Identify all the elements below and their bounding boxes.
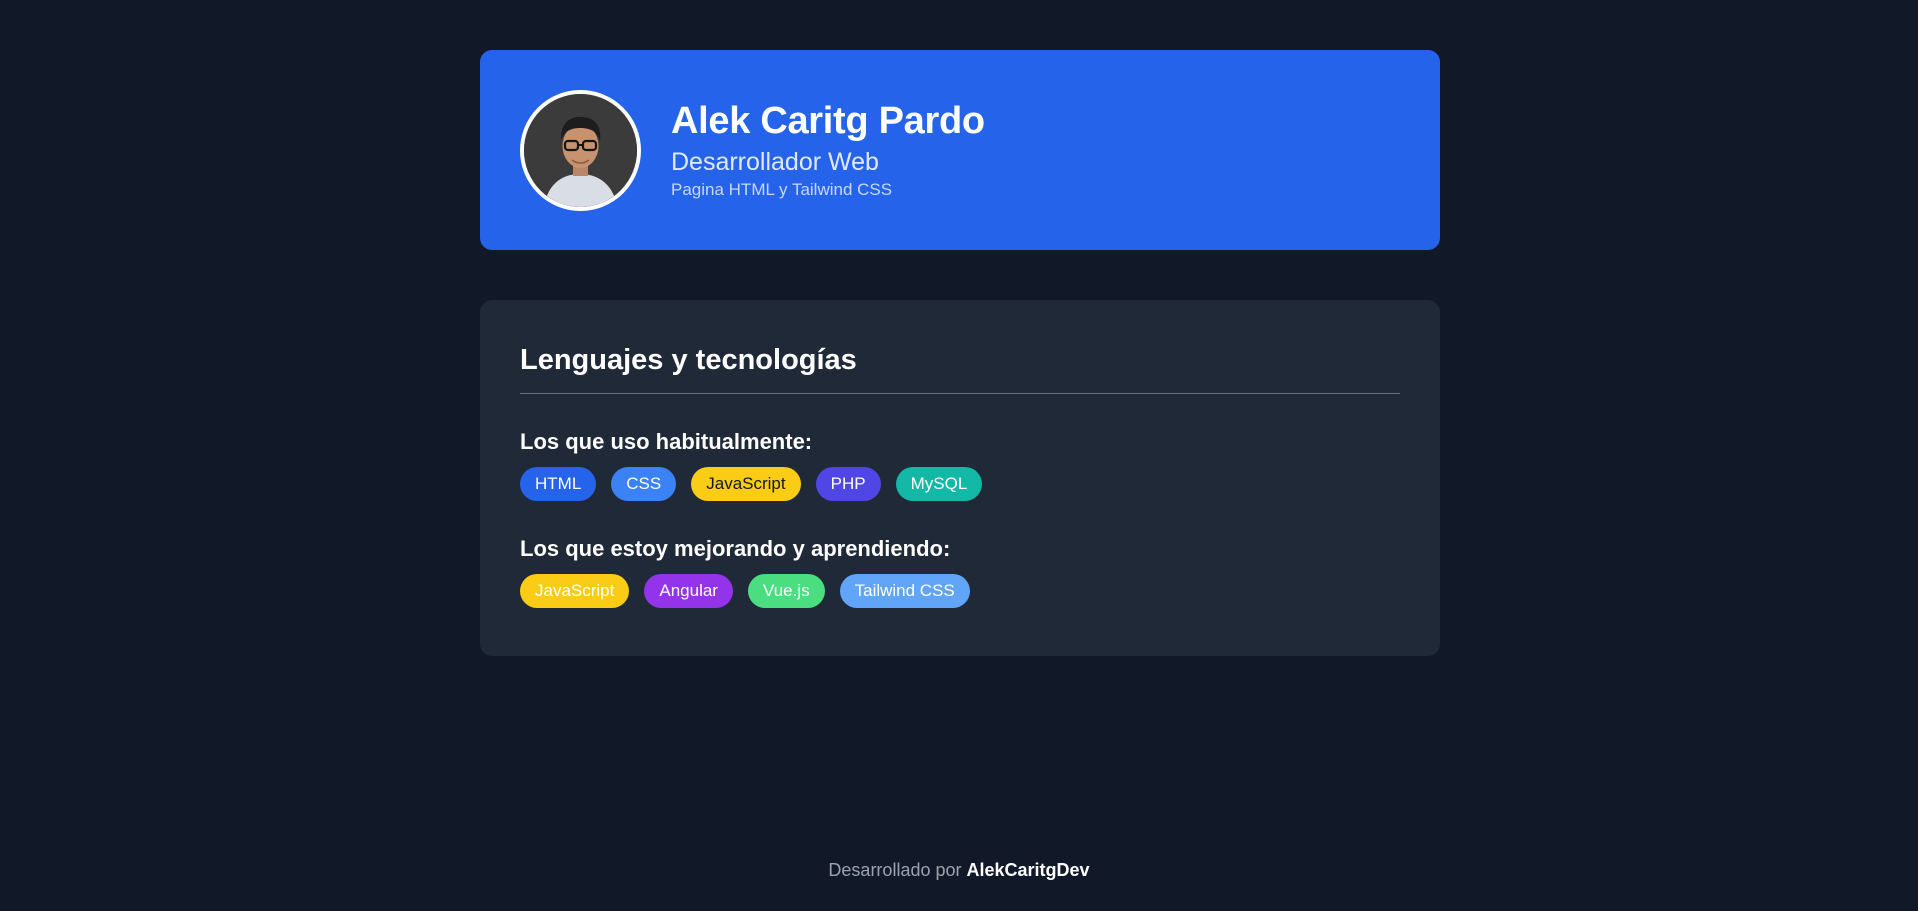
skills-card: Lenguajes y tecnologías Los que uso habi… xyxy=(480,300,1440,656)
footer-author-link[interactable]: AlekCaritgDev xyxy=(967,860,1090,880)
main-container: Alek Caritg Pardo Desarrollador Web Pagi… xyxy=(480,50,1440,656)
learning-chip-tailwind-css: Tailwind CSS xyxy=(839,574,970,608)
skill-chip-css: CSS xyxy=(611,467,677,501)
footer: Desarrollado por AlekCaritgDev xyxy=(0,860,1918,881)
skill-chip-javascript: JavaScript xyxy=(691,467,801,501)
profile-name: Alek Caritg Pardo xyxy=(671,100,985,142)
skills-title: Lenguajes y tecnologías xyxy=(520,344,857,376)
current-skills-title: Los que uso habitualmente: xyxy=(520,429,813,454)
learning-chip-vuejs: Vue.js xyxy=(747,574,825,608)
learning-skills-title: Los que estoy mejorando y aprendiendo: xyxy=(520,536,951,561)
divider xyxy=(520,393,1400,394)
learning-skills-list: JavaScript Angular Vue.js Tailwind CSS xyxy=(520,574,1400,608)
avatar-photo xyxy=(524,93,637,207)
profile-role: Desarrollador Web xyxy=(671,148,879,176)
profile-tagline: Pagina HTML y Tailwind CSS xyxy=(671,180,893,199)
footer-prefix: Desarrollado por xyxy=(828,860,962,880)
avatar xyxy=(520,89,641,211)
current-skills-list: HTML CSS JavaScript PHP MySQL xyxy=(520,467,1400,501)
profile-info: Alek Caritg Pardo Desarrollador Web Pagi… xyxy=(671,98,985,202)
skill-chip-php: PHP xyxy=(815,467,881,501)
skill-chip-html: HTML xyxy=(520,467,597,501)
learning-chip-javascript: JavaScript xyxy=(520,574,630,608)
profile-card: Alek Caritg Pardo Desarrollador Web Pagi… xyxy=(480,50,1440,250)
learning-chip-angular: Angular xyxy=(644,574,733,608)
skill-chip-mysql: MySQL xyxy=(895,467,983,501)
